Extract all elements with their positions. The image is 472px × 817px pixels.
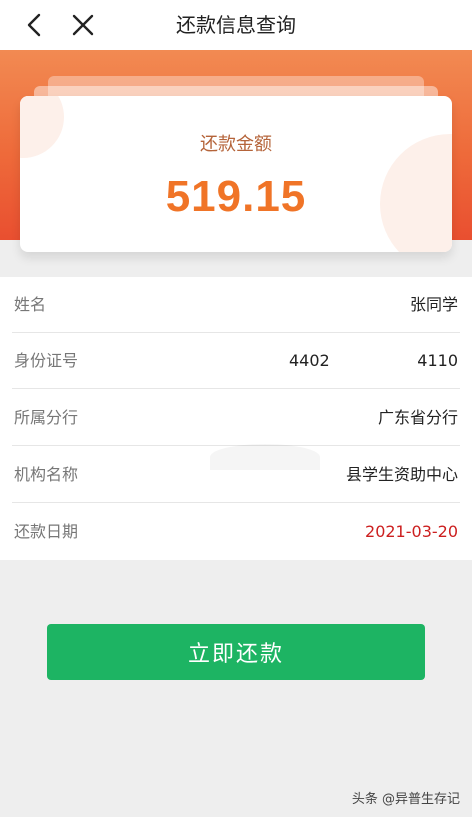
repayment-amount-card: 还款金额 519.15 — [20, 96, 452, 252]
info-row-repayment-date: 还款日期 2021-03-20 — [0, 504, 472, 560]
amount-value: 519.15 — [165, 172, 307, 221]
info-label: 机构名称 — [14, 465, 79, 484]
repayment-info-list: 姓名 张同学 身份证号 4402 4110 所属分行 广东省分行 机构名称 县学… — [0, 277, 472, 560]
info-label: 身份证号 — [14, 351, 79, 370]
amount-label: 还款金额 — [200, 134, 272, 155]
id-number-prefix: 4402 — [289, 351, 330, 370]
watermark-author: @异普生存记 — [381, 792, 460, 807]
close-icon — [72, 14, 94, 36]
info-row-branch: 所属分行 广东省分行 — [0, 390, 472, 446]
info-label: 还款日期 — [14, 522, 79, 541]
repayment-date-value: 2021-03-20 — [365, 522, 458, 541]
row-divider — [12, 502, 460, 503]
info-value: 县学生资助中心 — [345, 465, 458, 484]
row-divider — [12, 388, 460, 389]
repay-now-button[interactable]: 立即还款 — [47, 624, 425, 680]
id-number-suffix: 4110 — [417, 351, 458, 370]
info-row-name: 姓名 张同学 — [0, 277, 472, 333]
watermark-source: 头条 — [351, 792, 378, 807]
close-button[interactable] — [68, 10, 98, 40]
info-row-id-number: 身份证号 4402 4110 — [0, 333, 472, 389]
info-label: 所属分行 — [14, 408, 79, 427]
back-arrow-icon — [27, 13, 41, 37]
info-value: 广东省分行 — [377, 408, 458, 427]
back-button[interactable] — [20, 10, 50, 40]
info-label: 姓名 — [14, 295, 47, 314]
faint-watermark-shape — [210, 444, 320, 470]
source-watermark: 头条 @异普生存记 — [352, 788, 460, 807]
info-value: 张同学 — [409, 295, 458, 314]
top-navigation-bar: 还款信息查询 — [0, 0, 472, 50]
